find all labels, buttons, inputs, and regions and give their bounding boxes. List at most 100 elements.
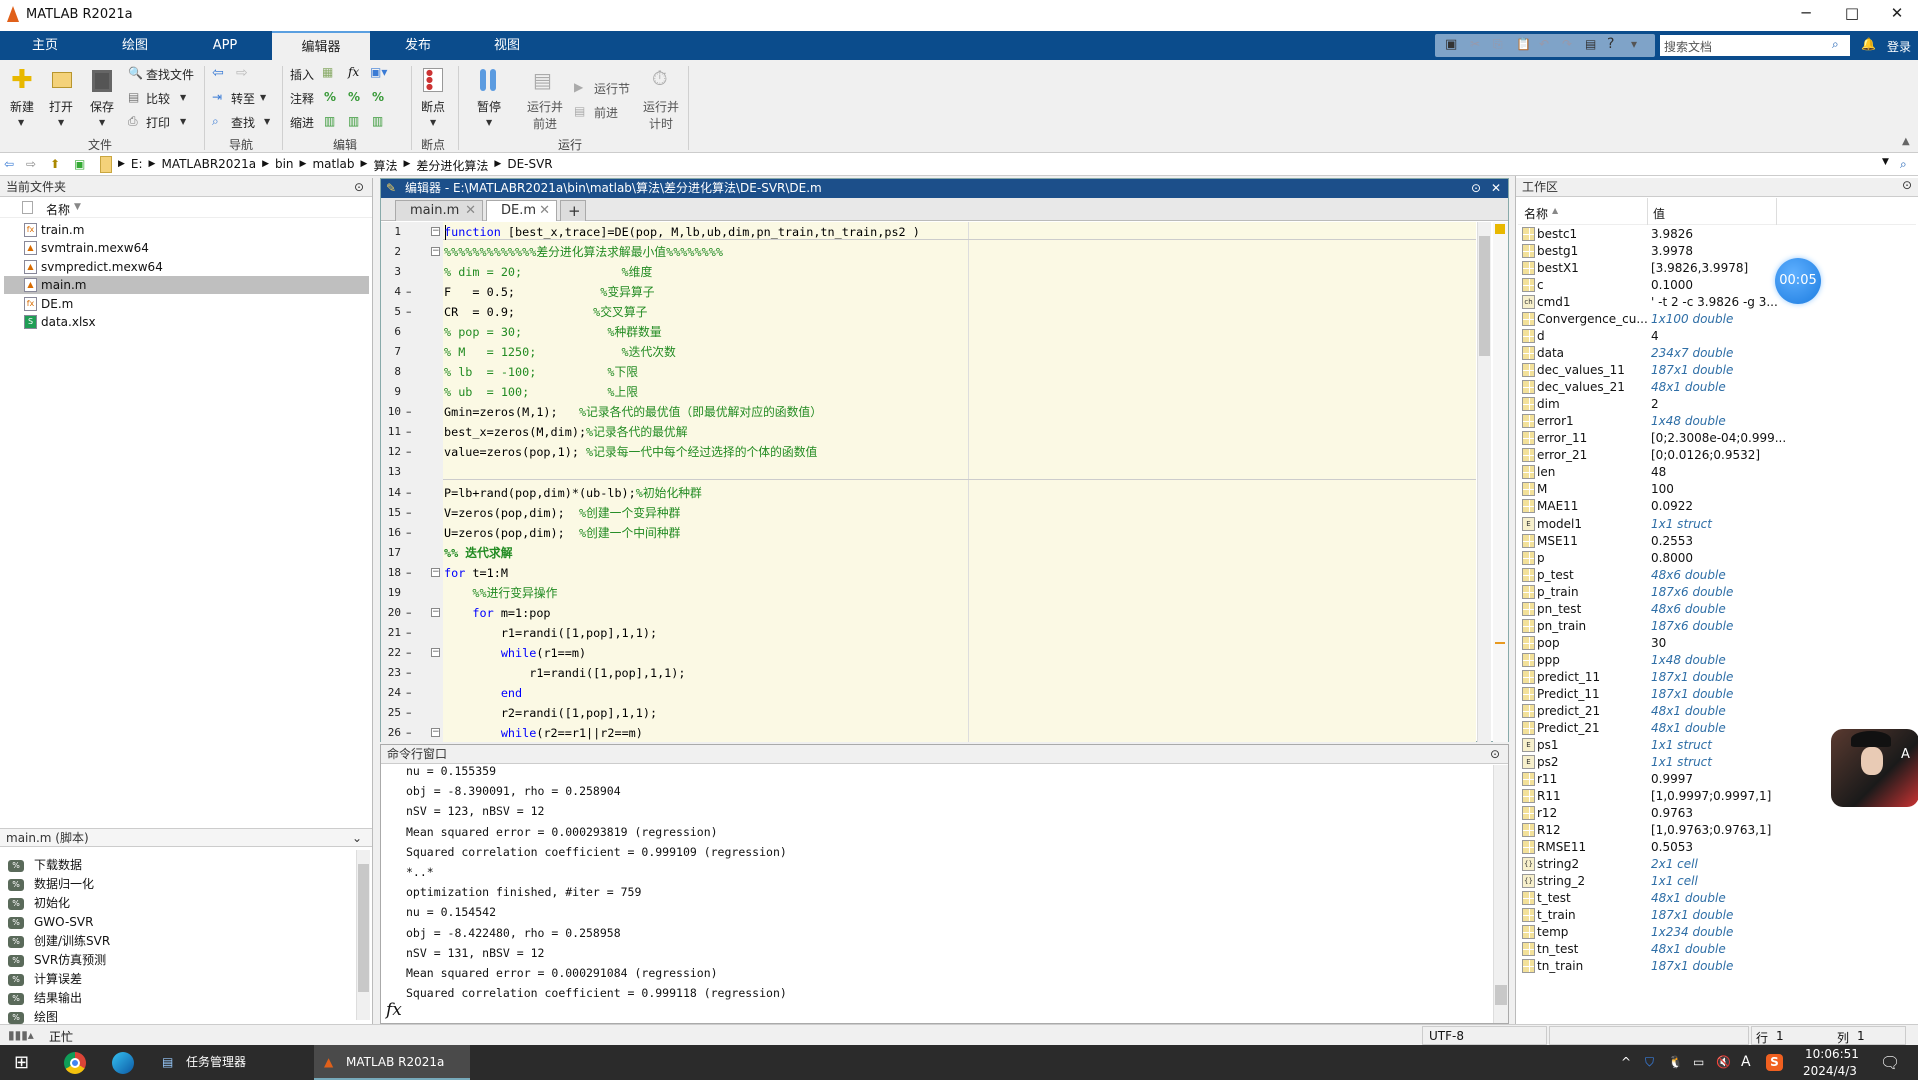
variable-row[interactable]: predict_11 187x1 double xyxy=(1520,669,1915,686)
tab-home[interactable]: 主页 xyxy=(5,31,85,60)
save-dropdown-icon[interactable]: ▼ xyxy=(99,118,105,127)
code-line[interactable]: %% 迭代求解 xyxy=(444,543,513,563)
windows-start-icon[interactable]: ⊞ xyxy=(14,1045,29,1080)
executable-line-marker[interactable]: – xyxy=(406,603,412,623)
open-button[interactable]: 打开 xyxy=(49,98,73,115)
scrollbar-thumb[interactable] xyxy=(1495,985,1507,1005)
line-number[interactable]: 23 xyxy=(381,663,401,683)
code-line[interactable]: Gmin=zeros(M,1); %记录各代的最优值（即最优解对应的函数值） xyxy=(444,402,822,422)
sogou-input-icon[interactable]: S xyxy=(1766,1054,1783,1071)
line-number[interactable]: 11 xyxy=(381,422,401,442)
panel-menu-icon[interactable]: ⊙ xyxy=(354,178,364,197)
line-number[interactable]: 7 xyxy=(381,342,401,362)
code-line[interactable]: r2=randi([1,pop],1,1); xyxy=(444,703,657,723)
comment-icon[interactable]: % xyxy=(324,90,336,104)
tab-publish[interactable]: 发布 xyxy=(378,31,458,60)
executable-line-marker[interactable]: – xyxy=(406,643,412,663)
variable-row[interactable]: bestX1 [3.9826,3.9978] xyxy=(1520,260,1915,277)
section-item[interactable]: % 数据归一化 xyxy=(8,875,94,894)
fold-toggle-icon[interactable]: − xyxy=(431,647,440,657)
code-line[interactable]: function [best_x,trace]=DE(pop, M,lb,ub,… xyxy=(444,222,920,242)
recording-timer[interactable]: 00:05 xyxy=(1775,258,1821,304)
variable-row[interactable]: p_test 48x6 double xyxy=(1520,567,1915,584)
line-number[interactable]: 10 xyxy=(381,402,401,422)
tab-plots[interactable]: 绘图 xyxy=(95,31,175,60)
tab-view[interactable]: 视图 xyxy=(467,31,547,60)
command-scrollbar[interactable] xyxy=(1493,765,1508,1023)
section-item[interactable]: % GWO-SVR xyxy=(8,913,93,932)
code-line[interactable]: best_x=zeros(M,dim);%记录各代的最优解 xyxy=(444,422,688,442)
variable-row[interactable]: pn_test 48x6 double xyxy=(1520,601,1915,618)
clock-date[interactable]: 2024/4/3 xyxy=(1803,1064,1857,1078)
undo-icon[interactable]: ↶ xyxy=(1539,37,1549,51)
code-line[interactable]: CR = 0.9; %交叉算子 xyxy=(444,302,647,322)
qq-icon[interactable]: 🐧 xyxy=(1668,1045,1683,1080)
breadcrumb-item[interactable]: E: xyxy=(131,157,143,174)
chrome-icon[interactable] xyxy=(64,1052,86,1074)
code-line[interactable]: U=zeros(pop,dim); %创建一个中间种群 xyxy=(444,523,680,543)
code-line[interactable]: end xyxy=(444,683,522,703)
file-item[interactable]: Sdata.xlsx xyxy=(4,313,369,331)
variable-row[interactable]: c 0.1000 xyxy=(1520,277,1915,294)
goto-dropdown-icon[interactable]: ▼ xyxy=(260,93,266,102)
line-number[interactable]: 18 xyxy=(381,563,401,583)
variable-row[interactable]: MSE11 0.2553 xyxy=(1520,533,1915,550)
line-number[interactable]: 5 xyxy=(381,302,401,322)
variable-row[interactable]: predict_21 48x1 double xyxy=(1520,703,1915,720)
forward-icon[interactable]: ⇨ xyxy=(26,157,36,171)
new-button[interactable]: 新建 xyxy=(10,98,34,115)
message-bar[interactable] xyxy=(1493,222,1508,742)
code-line[interactable]: % lb = -100; %下限 xyxy=(444,362,638,382)
line-number[interactable]: 19 xyxy=(381,583,401,603)
network-icon[interactable]: ▭ xyxy=(1693,1045,1704,1080)
switch-windows-icon[interactable]: ▤ xyxy=(1585,37,1596,51)
back-icon[interactable]: ⇦ xyxy=(4,157,14,171)
variable-row[interactable]: ppp 1x48 double xyxy=(1520,652,1915,669)
line-number[interactable]: 26 xyxy=(381,723,401,742)
section-item[interactable]: % 计算误差 xyxy=(8,970,82,989)
file-item[interactable]: ▲ svmtrain.mexw64 xyxy=(4,239,369,257)
breadcrumb-item[interactable]: DE-SVR xyxy=(507,157,552,174)
variable-row[interactable]: pop 30 xyxy=(1520,635,1915,652)
breadcrumb-item[interactable]: matlab xyxy=(312,157,354,174)
pause-button[interactable]: 暂停 xyxy=(477,98,501,115)
volume-muted-icon[interactable]: 🔇 xyxy=(1716,1045,1731,1080)
smart-indent-icon[interactable]: ▥ xyxy=(324,114,335,128)
panel-menu-icon[interactable]: ⊙ xyxy=(1902,176,1912,195)
executable-line-marker[interactable]: – xyxy=(406,302,412,322)
line-number[interactable]: 3 xyxy=(381,262,401,282)
fold-toggle-icon[interactable]: − xyxy=(431,247,440,257)
editor-close-icon[interactable]: ✕ xyxy=(1491,179,1501,198)
line-number[interactable]: 21 xyxy=(381,623,401,643)
new-icon[interactable]: ✚ xyxy=(11,67,33,93)
editor-scrollbar[interactable] xyxy=(1477,222,1491,742)
indent-button[interactable]: 缩进 xyxy=(290,114,314,131)
code-line[interactable]: % ub = 100; %上限 xyxy=(444,382,638,402)
close-tab-icon[interactable]: ✕ xyxy=(539,201,550,221)
line-number[interactable]: 25 xyxy=(381,703,401,723)
code-line[interactable]: F = 0.5; %变异算子 xyxy=(444,282,655,302)
close-button[interactable]: ✕ xyxy=(1882,4,1912,22)
variable-row[interactable]: bestc1 3.9826 xyxy=(1520,226,1915,243)
file-item[interactable]: fx DE.m xyxy=(4,295,369,313)
code-line[interactable]: P=lb+rand(pop,dim)*(ub-lb);%初始化种群 xyxy=(444,483,702,503)
details-header[interactable]: main.m (脚本) ⌄ xyxy=(0,828,372,847)
save-icon[interactable]: ▣ xyxy=(1445,37,1457,52)
save-disk-icon[interactable] xyxy=(92,70,112,92)
warning-indicator-icon[interactable] xyxy=(1495,224,1505,234)
variable-row[interactable]: {} string_2 1x1 cell xyxy=(1520,873,1915,890)
comment-button[interactable]: 注释 xyxy=(290,90,314,107)
breakpoints-button[interactable]: 断点 xyxy=(421,98,445,115)
fold-toggle-icon[interactable]: − xyxy=(431,227,440,236)
fold-toggle-icon[interactable]: − xyxy=(431,728,440,737)
avatar-widget[interactable]: A xyxy=(1831,729,1918,807)
variable-row[interactable]: error_11 [0;2.3008e-04;0.999... xyxy=(1520,430,1915,447)
executable-line-marker[interactable]: – xyxy=(406,282,412,302)
variable-row[interactable]: t_test 48x1 double xyxy=(1520,890,1915,907)
run-and-advance-button[interactable]: 运行并 xyxy=(527,98,563,115)
variable-row[interactable]: Predict_11 187x1 double xyxy=(1520,686,1915,703)
editor-menu-icon[interactable]: ⊙ xyxy=(1471,179,1481,198)
variable-row[interactable]: Emodel1 1x1 struct xyxy=(1520,516,1915,533)
variable-row[interactable]: {} string2 2x1 cell xyxy=(1520,856,1915,873)
uncomment-icon[interactable]: % xyxy=(348,90,360,104)
